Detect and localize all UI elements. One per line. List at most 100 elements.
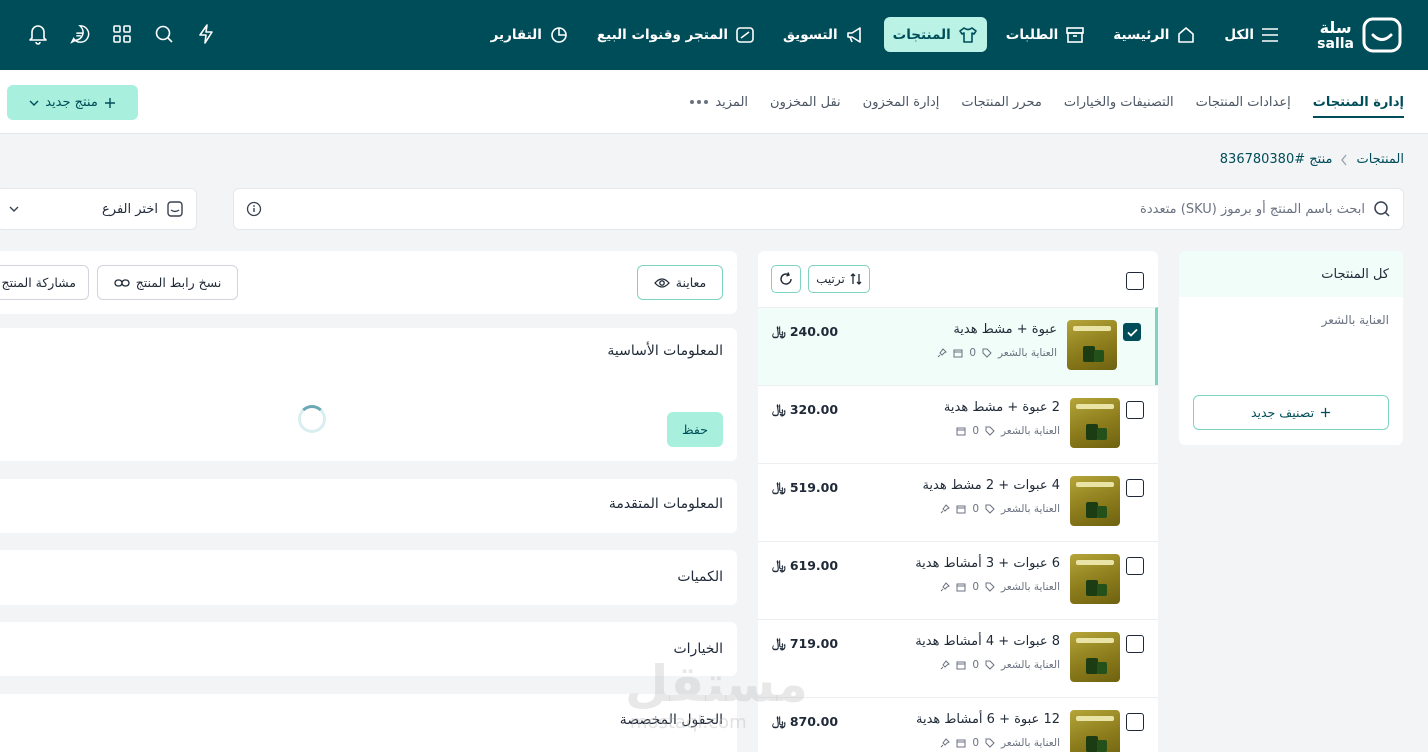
product-meta: العناية بالشعر 0	[956, 425, 1060, 437]
preview-button[interactable]: معاينة	[637, 265, 723, 300]
product-row[interactable]: 12 عبوة + 6 أمشاط هدية العناية بالشعر 0 …	[758, 697, 1158, 752]
chevron-down-icon	[29, 100, 39, 106]
tab-inventory[interactable]: إدارة المخزون	[863, 70, 940, 134]
product-search[interactable]: ابحث باسم المنتج أو برموز (SKU) متعددة	[233, 188, 1404, 230]
riyal-icon: ﷼	[772, 401, 786, 416]
shirt-icon	[958, 26, 977, 43]
info-icon[interactable]	[246, 201, 262, 217]
plus-icon	[104, 97, 115, 108]
sort-button[interactable]: ترتيب	[808, 265, 870, 293]
product-checkbox[interactable]	[1123, 323, 1141, 341]
branch-select[interactable]: اختر الفرع	[0, 188, 197, 230]
product-price-value: 519.00	[789, 479, 839, 495]
brand-logo[interactable]: سلة salla	[1317, 17, 1402, 53]
product-name[interactable]: 4 عبوات + 2 مشط هدية	[922, 478, 1060, 493]
tag-icon	[982, 348, 992, 358]
product-checkbox[interactable]	[1126, 479, 1144, 497]
tag-icon	[985, 738, 995, 748]
store-icon	[736, 26, 754, 43]
product-price-value: 240.00	[789, 323, 839, 339]
section-options[interactable]: الخيارات	[0, 622, 737, 676]
tab-label: محرر المنتجات	[961, 94, 1042, 110]
search-input[interactable]: ابحث باسم المنتج أو برموز (SKU) متعددة	[270, 202, 1365, 217]
product-row[interactable]: 2 عبوة + مشط هدية العناية بالشعر 0 ﷼ 320.…	[758, 385, 1158, 463]
branch-select-label: اختر الفرع	[102, 201, 158, 217]
pin-icon[interactable]	[940, 738, 951, 748]
product-name[interactable]: 2 عبوة + مشط هدية	[944, 400, 1060, 415]
lightning-icon[interactable]	[196, 22, 216, 46]
category-all-label: كل المنتجات	[1321, 266, 1389, 282]
product-category: العناية بالشعر	[998, 347, 1057, 359]
sub-nav: إدارة المنتجات إعدادات المنتجات التصنيفا…	[0, 70, 1428, 134]
breadcrumb-current: منتج #836780380	[1219, 152, 1333, 167]
eye-icon	[653, 277, 670, 288]
pin-icon[interactable]	[940, 582, 951, 592]
product-thumbnail	[1070, 398, 1120, 448]
store-front-icon	[167, 201, 183, 217]
chat-icon[interactable]	[70, 22, 90, 46]
nav-item-orders[interactable]: الطلبات	[997, 17, 1095, 52]
product-checkbox[interactable]	[1126, 713, 1144, 731]
nav-item-products[interactable]: المنتجات	[883, 17, 987, 52]
box-icon	[1066, 26, 1085, 43]
tab-product-settings[interactable]: إعدادات المنتجات	[1196, 70, 1291, 134]
nav-item-home[interactable]: الرئيسية	[1104, 17, 1205, 52]
nav-item-all[interactable]: الكل	[1215, 17, 1288, 52]
section-advanced-info[interactable]: المعلومات المتقدمة	[0, 479, 737, 533]
select-all-checkbox[interactable]	[1126, 272, 1144, 290]
nav-item-reports[interactable]: التقارير	[482, 17, 578, 52]
product-price: ﷼ 320.00	[772, 401, 838, 417]
product-meta: العناية بالشعر 0	[940, 737, 1060, 749]
product-row[interactable]: 4 عبوات + 2 مشط هدية العناية بالشعر 0 ﷼ 5…	[758, 463, 1158, 541]
product-name[interactable]: 6 عبوات + 3 أمشاط هدية	[915, 556, 1060, 571]
product-row[interactable]: 8 عبوات + 4 أمشاط هدية العناية بالشعر 0 …	[758, 619, 1158, 697]
product-meta: العناية بالشعر 0	[937, 347, 1057, 359]
section-title: الخيارات	[673, 641, 723, 657]
product-checkbox[interactable]	[1126, 635, 1144, 653]
chevron-left-icon	[1341, 154, 1348, 165]
product-row[interactable]: عبوة + مشط هدية العناية بالشعر 0 ﷼ 240.00	[758, 307, 1158, 385]
tab-product-editor[interactable]: محرر المنتجات	[961, 70, 1041, 134]
share-product-button[interactable]: مشاركة المنتج	[0, 265, 89, 300]
tag-icon	[985, 504, 995, 514]
search-icon	[1374, 201, 1390, 217]
tab-more[interactable]: المزيد	[689, 70, 748, 134]
product-category: العناية بالشعر	[1001, 581, 1060, 593]
breadcrumb-root[interactable]: المنتجات	[1356, 152, 1404, 167]
product-checkbox[interactable]	[1126, 401, 1144, 419]
more-dots-icon	[690, 100, 709, 104]
search-icon[interactable]	[154, 22, 174, 46]
section-quantities[interactable]: الكميات	[0, 550, 737, 605]
save-button[interactable]: حفظ	[667, 412, 723, 447]
sort-arrows-icon	[850, 273, 862, 285]
nav-item-store[interactable]: المتجر وقنوات البيع	[588, 17, 764, 52]
main-nav: الكل الرئيسية الطلبات المنتجات التسويق ا…	[482, 17, 1288, 52]
product-checkbox[interactable]	[1126, 557, 1144, 575]
product-thumbnail	[1070, 710, 1120, 752]
plus-icon	[1320, 407, 1331, 418]
tab-inventory-transfer[interactable]: نقل المخزون	[770, 70, 841, 134]
pin-icon[interactable]	[940, 504, 951, 514]
bell-icon[interactable]	[28, 22, 48, 46]
categories-panel: كل المنتجات العناية بالشعر تصنيف جديد	[1179, 251, 1403, 445]
apps-grid-icon[interactable]	[112, 22, 132, 46]
pin-icon[interactable]	[937, 348, 948, 358]
add-category-button[interactable]: تصنيف جديد	[1193, 395, 1389, 430]
tab-categories-options[interactable]: التصنيفات والخيارات	[1064, 70, 1174, 134]
product-row[interactable]: 6 عبوات + 3 أمشاط هدية العناية بالشعر 0 …	[758, 541, 1158, 619]
nav-item-marketing[interactable]: التسويق	[774, 17, 874, 52]
category-all[interactable]: كل المنتجات	[1179, 251, 1403, 297]
product-name[interactable]: 8 عبوات + 4 أمشاط هدية	[915, 634, 1060, 649]
pin-icon[interactable]	[940, 660, 951, 670]
product-name[interactable]: عبوة + مشط هدية	[953, 322, 1057, 337]
new-product-label: منتج جديد	[45, 95, 98, 110]
category-item[interactable]: العناية بالشعر	[1179, 297, 1403, 327]
section-title[interactable]: المعلومات الأساسية	[607, 343, 723, 359]
product-price-value: 619.00	[789, 557, 839, 573]
copy-link-button[interactable]: نسخ رابط المنتج	[97, 265, 238, 300]
tab-manage-products[interactable]: إدارة المنتجات	[1312, 70, 1404, 134]
section-custom-fields[interactable]: الحقول المخصصة	[0, 694, 737, 752]
product-name[interactable]: 12 عبوة + 6 أمشاط هدية	[916, 712, 1060, 727]
refresh-button[interactable]	[771, 265, 801, 293]
new-product-button[interactable]: منتج جديد	[7, 85, 138, 120]
